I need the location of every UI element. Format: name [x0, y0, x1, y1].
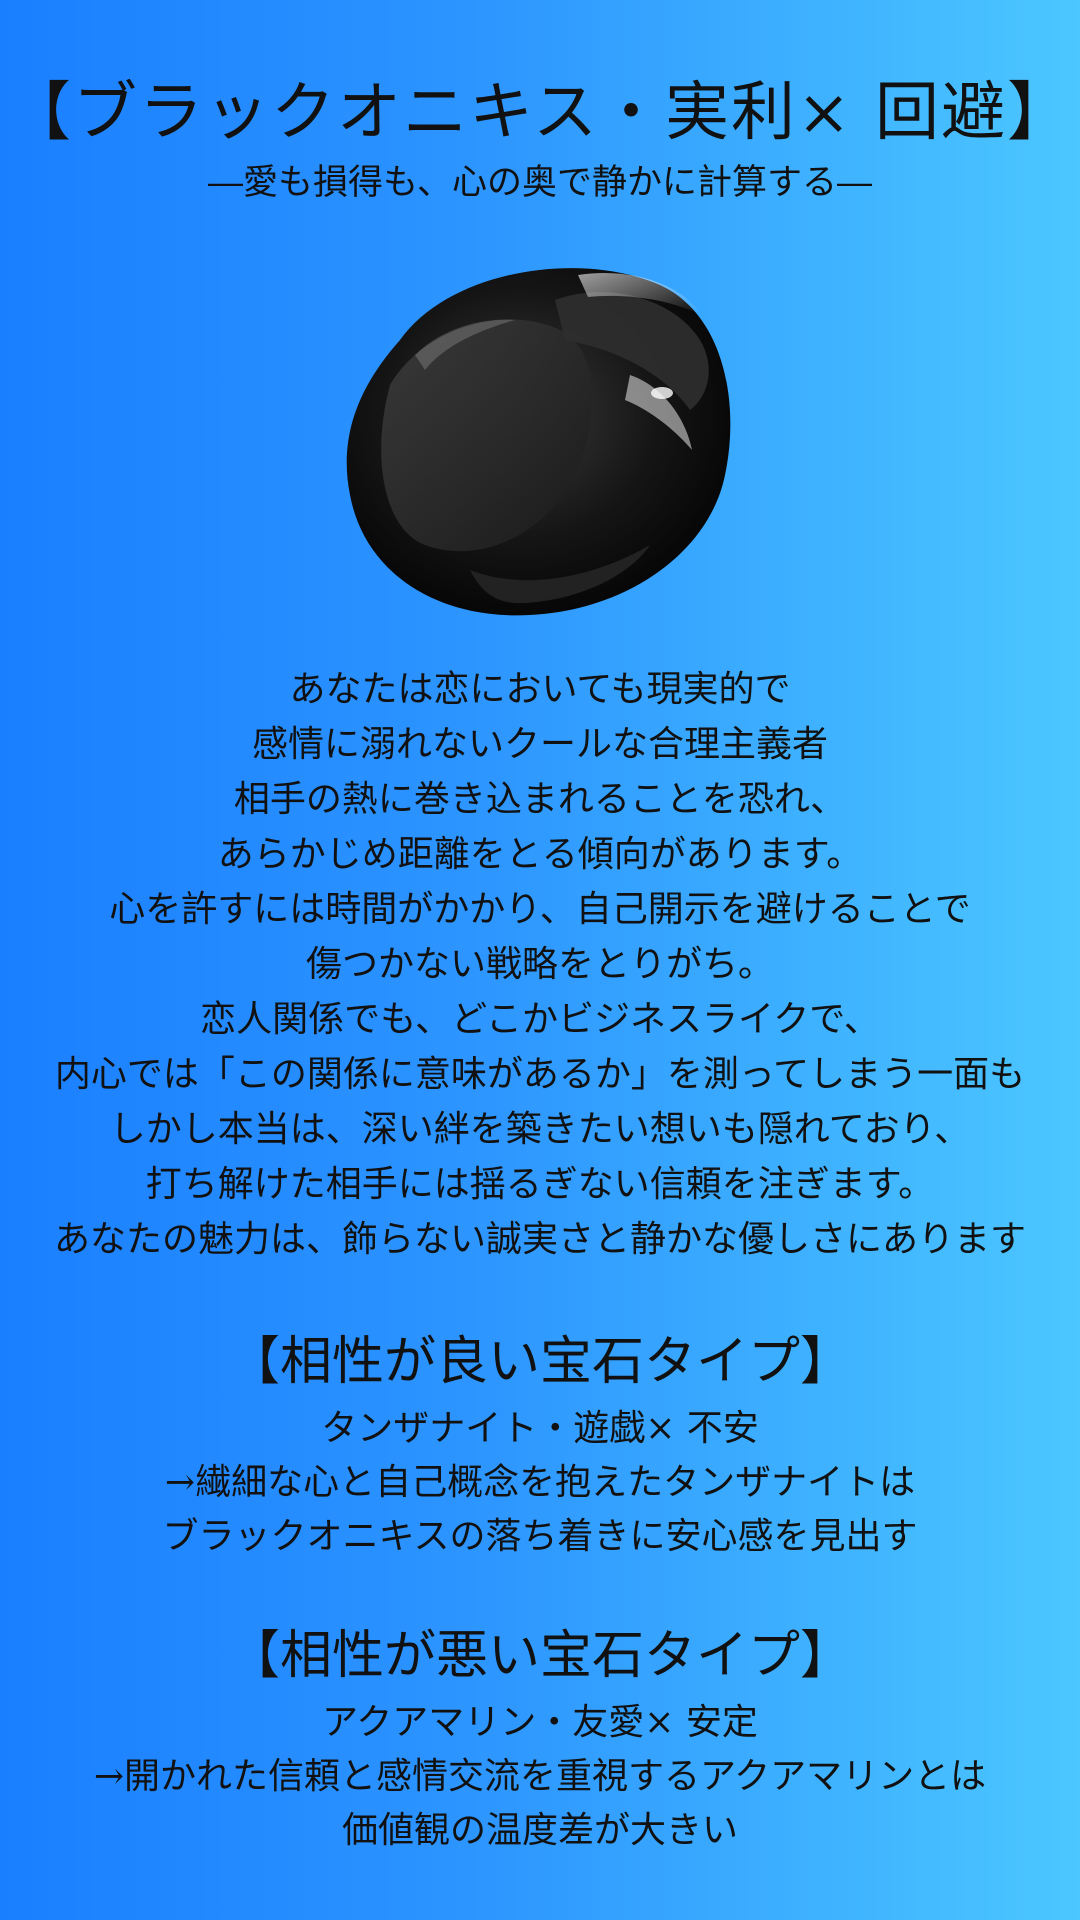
- description-line: しかし本当は、深い絆を築きたい想いも隠れており、: [109, 1109, 971, 1150]
- page-title: 【ブラックオニキス・実利× 回避】: [6, 76, 1074, 150]
- description-line: 傷つかない戦略をとりがち。: [305, 944, 774, 985]
- personality-description: あなたは恋においても現実的で 感情に溺れないクールな合理主義者 相手の熱に巻き込…: [0, 662, 1080, 1267]
- bad-match-line: →開かれた信頼と感情交流を重視するアクアマリンとは: [93, 1756, 987, 1797]
- description-line: あなたは恋においても現実的で: [289, 669, 791, 710]
- good-match-line: タンザナイト・遊戯× 不安: [321, 1408, 759, 1449]
- page-subtitle: ―愛も損得も、心の奥で静かに計算する―: [208, 163, 872, 203]
- description-line: 内心では「この関係に意味があるか」を測ってしまう一面も: [54, 1054, 1026, 1095]
- bad-match-body: アクアマリン・友愛× 安定 →開かれた信頼と感情交流を重視するアクアマリンとは …: [0, 1696, 1080, 1858]
- description-line: あらかじめ距離をとる傾向があります。: [217, 834, 863, 875]
- good-match-line: →繊細な心と自己概念を抱えたタンザナイトは: [164, 1462, 916, 1503]
- good-match-body: タンザナイト・遊戯× 不安 →繊細な心と自己概念を抱えたタンザナイトは ブラック…: [0, 1402, 1080, 1564]
- good-match-title: 【相性が良い宝石タイプ】: [227, 1332, 852, 1392]
- description-line: 打ち解けた相手には揺るぎない信頼を注ぎます。: [145, 1164, 935, 1205]
- bad-match-title: 【相性が悪い宝石タイプ】: [227, 1626, 852, 1686]
- bad-match-line: 価値観の温度差が大きい: [341, 1810, 738, 1851]
- description-line: 恋人関係でも、どこかビジネスライクで、: [200, 999, 880, 1040]
- good-match-line: ブラックオニキスの落ち着きに安心感を見出す: [162, 1516, 918, 1557]
- description-line: 感情に溺れないクールな合理主義者: [251, 724, 828, 765]
- description-line: 相手の熱に巻き込まれることを恐れ、: [233, 779, 847, 820]
- black-onyx-stone-icon: [330, 245, 750, 635]
- description-line: 心を許すには時間がかかり、自己開示を避けることで: [109, 889, 971, 930]
- bad-match-line: アクアマリン・友愛× 安定: [322, 1702, 758, 1743]
- description-line: あなたの魅力は、飾らない誠実さと静かな優しさにあります: [53, 1219, 1026, 1260]
